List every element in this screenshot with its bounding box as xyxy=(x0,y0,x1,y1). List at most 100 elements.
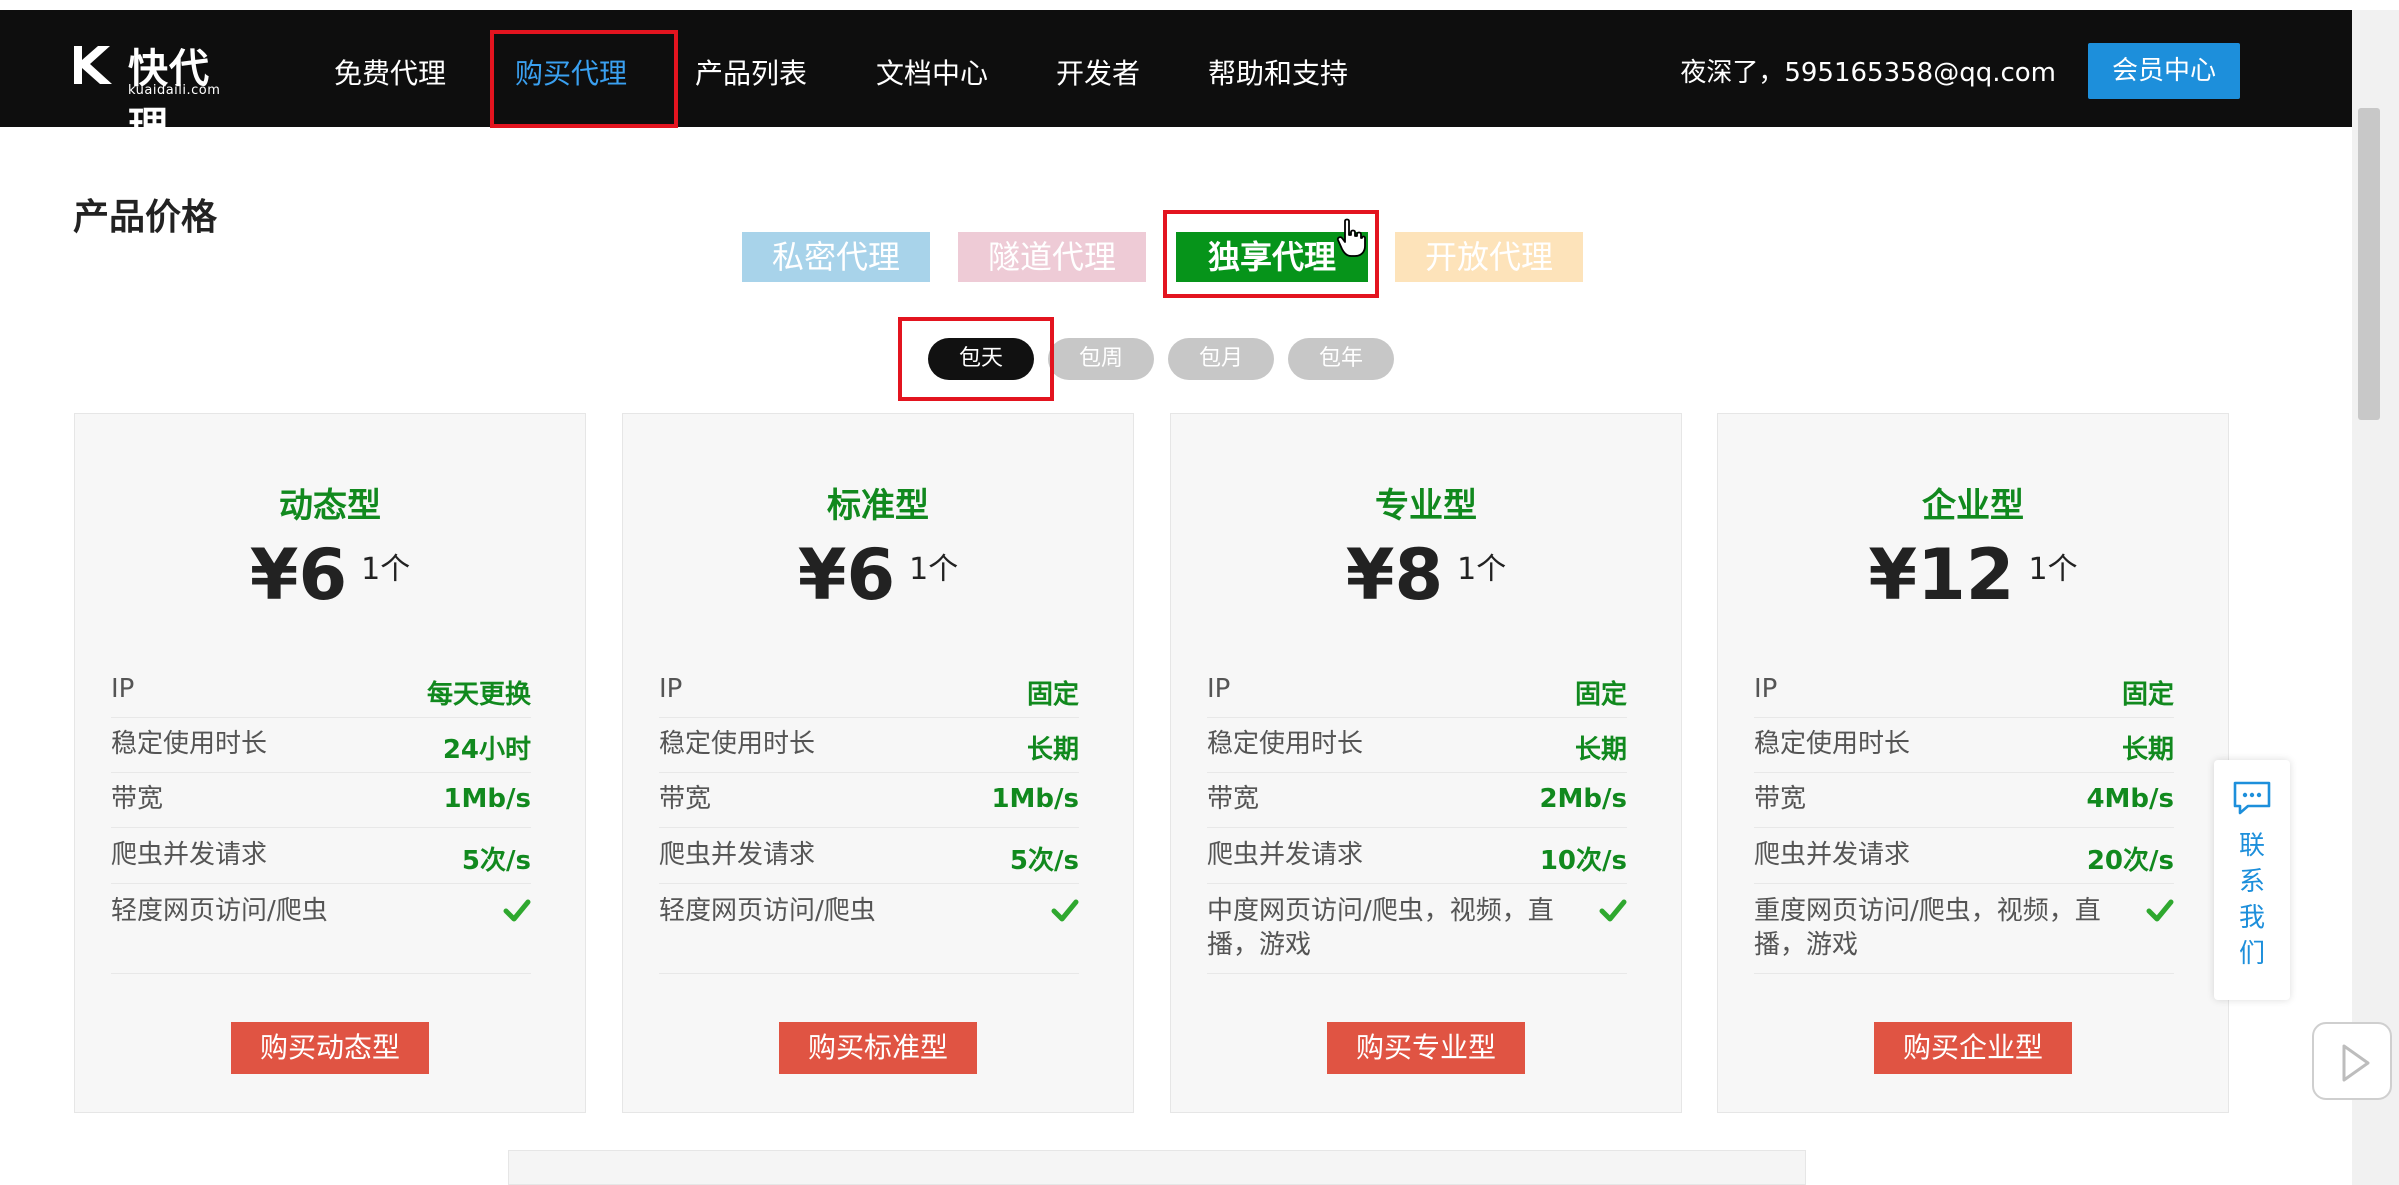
scrollbar-thumb[interactable] xyxy=(2358,108,2380,420)
card-title: 动态型 xyxy=(279,486,381,526)
spec-row: 爬虫并发请求 5次/s xyxy=(659,838,1079,884)
price-value: ¥8 xyxy=(1345,534,1444,616)
spec-row: 轻度网页访问/爬虫 xyxy=(111,894,531,974)
buy-dynamic-button[interactable]: 购买动态型 xyxy=(231,1022,429,1074)
nav-developers[interactable]: 开发者 xyxy=(1056,52,1140,92)
price-value: ¥6 xyxy=(249,534,348,616)
spec-label: 带宽 xyxy=(1207,784,1260,814)
member-center-button[interactable]: 会员中心 xyxy=(2088,43,2240,99)
spec-label: 爬虫并发请求 xyxy=(111,840,268,870)
spec-row: 中度网页访问/爬虫，视频，直播，游戏 xyxy=(1207,894,1627,974)
spec-label: 爬虫并发请求 xyxy=(1754,840,1911,870)
spec-label: 稳定使用时长 xyxy=(111,729,268,759)
top-navbar: 快代理 kuaidaili.com 免费代理 购买代理 产品列表 文档中心 开发… xyxy=(0,10,2352,150)
page: 快代理 kuaidaili.com 免费代理 购买代理 产品列表 文档中心 开发… xyxy=(0,0,2399,1185)
spec-value: 每天更换 xyxy=(426,680,531,710)
tab-tunnel-proxy[interactable]: 隧道代理 xyxy=(958,232,1146,282)
check-icon xyxy=(503,899,531,922)
spec-label: 稳定使用时长 xyxy=(1207,729,1364,759)
buy-enterprise-button[interactable]: 购买企业型 xyxy=(1874,1022,2072,1074)
spec-value: 固定 xyxy=(2121,680,2174,710)
spec-value: 4Mb/s xyxy=(2086,784,2174,814)
card-price: ¥8 1个 xyxy=(1171,534,1681,616)
spec-label: IP xyxy=(111,674,135,704)
buy-standard-button[interactable]: 购买标准型 xyxy=(779,1022,977,1074)
chat-bubble-icon xyxy=(2233,781,2271,815)
spec-label: IP xyxy=(1754,674,1778,704)
spec-label: IP xyxy=(659,674,683,704)
bottom-panel xyxy=(508,1150,1806,1185)
spec-row: 带宽 1Mb/s xyxy=(659,782,1079,828)
spec-row: IP 固定 xyxy=(1207,672,1627,718)
spec-row: 重度网页访问/爬虫，视频，直播，游戏 xyxy=(1754,894,2174,974)
spec-label: IP xyxy=(1207,674,1231,704)
price-unit: 1个 xyxy=(361,552,411,587)
spec-value: 长期 xyxy=(1026,735,1079,765)
spec-value: 1Mb/s xyxy=(443,784,531,814)
logo-subtitle: kuaidaili.com xyxy=(128,83,221,98)
pricing-card-enterprise: 企业型 ¥12 1个 IP 固定 稳定使用时长 长期 带宽 4Mb/s 爬虫并发请求 20次/s 重度… xyxy=(1717,413,2229,1113)
hand-cursor-icon xyxy=(1336,218,1366,257)
card-price: ¥6 1个 xyxy=(75,534,585,616)
contact-us-label: 联 系 我 们 xyxy=(2238,831,2265,969)
pricing-card-standard: 标准型 ¥6 1个 IP 固定稳定使用时长 长期带宽 1Mb/s 爬虫并发请求 5次/s 轻度网页… xyxy=(622,413,1134,1113)
period-week[interactable]: 包周 xyxy=(1048,338,1154,380)
spec-row: 稳定使用时长 长期 xyxy=(1754,727,2174,773)
nav-free-proxy[interactable]: 免费代理 xyxy=(334,52,446,92)
play-icon xyxy=(2342,1044,2370,1082)
tab-open-proxy[interactable]: 开放代理 xyxy=(1395,232,1583,282)
spec-value: 24小时 xyxy=(442,735,531,765)
nav-product-list[interactable]: 产品列表 xyxy=(695,52,807,92)
spec-row: 爬虫并发请求 5次/s xyxy=(111,838,531,884)
spec-label: 稳定使用时长 xyxy=(659,729,816,759)
contact-us-widget[interactable]: 联 系 我 们 xyxy=(2214,760,2290,1000)
check-icon xyxy=(1599,899,1627,922)
spec-row: 稳定使用时长 24小时 xyxy=(111,727,531,773)
logo[interactable]: 快代理 kuaidaili.com xyxy=(70,40,250,150)
section-title: 产品价格 xyxy=(73,197,218,238)
nav-buy-proxy[interactable]: 购买代理 xyxy=(515,52,627,92)
logo-k-icon xyxy=(74,46,112,84)
check-icon xyxy=(1051,899,1079,922)
spec-label: 轻度网页访问/爬虫 xyxy=(659,896,876,926)
spec-value: 10次/s xyxy=(1539,846,1627,876)
period-month[interactable]: 包月 xyxy=(1168,338,1274,380)
buy-professional-button[interactable]: 购买专业型 xyxy=(1327,1022,1525,1074)
nav-help[interactable]: 帮助和支持 xyxy=(1208,52,1348,92)
price-unit: 1个 xyxy=(909,552,959,587)
pricing-card-dynamic: 动态型 ¥6 1个 IP 每天更换稳定使用时长 24小时带宽 1Mb/s 爬虫并发请求 5次/s… xyxy=(74,413,586,1113)
spec-label: 爬虫并发请求 xyxy=(1207,840,1364,870)
price-value: ¥12 xyxy=(1868,534,2015,616)
spec-value: 长期 xyxy=(2121,735,2174,765)
card-title: 专业型 xyxy=(1375,486,1477,526)
card-title: 标准型 xyxy=(827,486,929,526)
video-widget[interactable] xyxy=(2312,1022,2392,1100)
tab-private-proxy[interactable]: 私密代理 xyxy=(742,232,930,282)
spec-row: 带宽 2Mb/s xyxy=(1207,782,1627,828)
card-title: 企业型 xyxy=(1922,486,2024,526)
spec-label: 稳定使用时长 xyxy=(1754,729,1911,759)
spec-label: 重度网页访问/爬虫，视频，直播，游戏 xyxy=(1754,896,2101,960)
spec-row: 稳定使用时长 长期 xyxy=(1207,727,1627,773)
spec-label: 带宽 xyxy=(111,784,164,814)
spec-label: 爬虫并发请求 xyxy=(659,840,816,870)
check-icon xyxy=(2146,899,2174,922)
spec-row: 爬虫并发请求 10次/s xyxy=(1207,838,1627,884)
spec-value: 20次/s xyxy=(2086,846,2174,876)
spec-row: IP 固定 xyxy=(659,672,1079,718)
price-unit: 1个 xyxy=(2028,552,2078,587)
card-price: ¥12 1个 xyxy=(1718,534,2228,616)
user-greeting[interactable]: 夜深了，595165358@qq.com xyxy=(1680,52,2056,89)
nav-docs[interactable]: 文档中心 xyxy=(876,52,988,92)
spec-label: 带宽 xyxy=(659,784,712,814)
period-year[interactable]: 包年 xyxy=(1288,338,1394,380)
price-value: ¥6 xyxy=(797,534,896,616)
spec-value: 固定 xyxy=(1026,680,1079,710)
spec-value: 固定 xyxy=(1574,680,1627,710)
spec-row: 稳定使用时长 长期 xyxy=(659,727,1079,773)
spec-value: 1Mb/s xyxy=(991,784,1079,814)
price-unit: 1个 xyxy=(1457,552,1507,587)
spec-row: 爬虫并发请求 20次/s xyxy=(1754,838,2174,884)
period-day[interactable]: 包天 xyxy=(928,338,1034,380)
card-price: ¥6 1个 xyxy=(623,534,1133,616)
